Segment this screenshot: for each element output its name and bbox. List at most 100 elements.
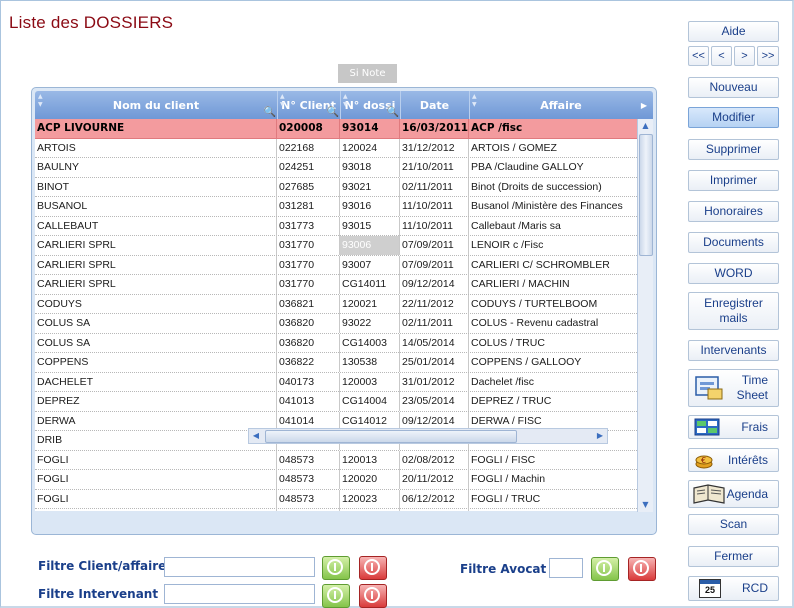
search-icon[interactable]: 🔍 <box>264 108 276 118</box>
documents-button[interactable]: Documents <box>688 232 779 253</box>
first-record-button[interactable]: << <box>688 46 709 66</box>
table-row[interactable]: DACHELET 040173 120003 31/01/2012 Dachelet /… <box>35 372 637 392</box>
clear-filter-avocat-button[interactable] <box>628 557 656 581</box>
table-row[interactable]: FOGLI 048573 120020 20/11/2012 FOGLI / Machi… <box>35 470 637 490</box>
word-button[interactable]: WORD <box>688 263 779 284</box>
last-record-button[interactable]: >> <box>757 46 779 66</box>
table-row[interactable]: CALLEBAUT 031773 93015 11/10/2011 Callebaut … <box>35 216 637 236</box>
cell-nom-client: CARLIERI SPRL <box>35 255 277 275</box>
search-icon[interactable]: 🔍 <box>387 108 399 118</box>
rcd-button[interactable]: 25 RCD <box>688 576 779 601</box>
table-row[interactable]: FOGLI 048573 120023 06/12/2012 FOGLI / TRUC <box>35 489 637 509</box>
scroll-thumb[interactable] <box>639 134 653 256</box>
filter-avocat-input[interactable] <box>549 558 583 578</box>
filter-avocat-label: Filtre Avocat <box>460 562 547 576</box>
cell-num-client: 031770 <box>277 236 340 255</box>
sort-icon: ▲ ▼ <box>343 93 348 108</box>
cell-num-client: 024251 <box>277 158 340 177</box>
scan-button[interactable]: Scan <box>688 514 779 535</box>
cell-affaire: FOGLI / Machin <box>471 473 546 485</box>
cell-date: 11/10/2011 <box>400 216 469 236</box>
sort-icon: ▲ ▼ <box>38 93 43 108</box>
table-row[interactable]: BUSANOL 031281 93016 11/10/2011 Busanol /Min… <box>35 197 637 217</box>
modifier-button[interactable]: Modifier <box>688 107 779 128</box>
table-row[interactable]: CARLIERI SPRL 031770 CG14011 09/12/2014 CARL… <box>35 275 637 295</box>
intervenants-button[interactable]: Intervenants <box>688 340 779 361</box>
interets-button[interactable]: € Intérêts <box>688 448 779 472</box>
enregistrer-mails-button[interactable]: Enregistrer mails <box>688 292 779 330</box>
cell-num-dossier: 120013 <box>340 450 400 470</box>
filter-client-affaire-input[interactable] <box>164 557 315 577</box>
column-header-nom-client[interactable]: ▲ ▼ Nom du client 🔍 <box>35 91 278 119</box>
column-header-date[interactable]: Date <box>400 91 470 119</box>
table-row[interactable]: BINOT 027685 93021 02/11/2011 Binot (Droits … <box>35 177 637 197</box>
enregistrer-mails-label-line2: mails <box>719 311 748 325</box>
cell-affaire: CARLIERI / MACHIN <box>471 278 570 290</box>
time-sheet-button[interactable]: Time Sheet <box>688 369 779 407</box>
column-header-affaire[interactable]: ▲ ▼ Affaire ▶ <box>469 91 653 119</box>
cell-affaire: FOGLI / FISC <box>471 453 536 466</box>
aide-button[interactable]: Aide <box>688 21 779 42</box>
imprimer-button[interactable]: Imprimer <box>688 170 779 191</box>
apply-filter-avocat-button[interactable] <box>591 557 619 581</box>
cell-affaire: Callebaut /Maris sa <box>471 219 561 232</box>
sort-icon: ▲ ▼ <box>280 93 285 108</box>
filter-intervenant-input[interactable] <box>164 584 315 604</box>
clear-filter-intervenant-button[interactable] <box>359 584 387 608</box>
apply-filter-intervenant-button[interactable] <box>322 584 350 608</box>
scroll-down-arrow[interactable]: ▼ <box>638 498 653 512</box>
table-row[interactable]: BAULNY 024251 93018 21/10/2011 PBA /Claudine… <box>35 158 637 178</box>
table-row[interactable]: ARTOIS 022168 120024 31/12/2012 ARTOIS / GOM… <box>35 138 637 158</box>
search-icon[interactable]: 🔍 <box>327 108 339 118</box>
cell-date: 23/05/2014 <box>400 392 469 411</box>
cell-affaire: COLUS - Revenu cadastral <box>471 317 599 329</box>
honoraires-button[interactable]: Honoraires <box>688 201 779 222</box>
horizontal-scrollbar[interactable]: ◀ ▶ <box>248 428 608 444</box>
cell-date: 02/08/2012 <box>400 450 469 470</box>
cell-num-dossier: 120023 <box>340 489 400 509</box>
cell-nom-client: FOGLI <box>35 450 277 470</box>
clear-filter-client-button[interactable] <box>359 556 387 580</box>
agenda-button[interactable]: Agenda <box>688 480 779 508</box>
cell-num-dossier: 93022 <box>340 314 400 333</box>
scroll-right-arrow[interactable]: ▶ <box>593 429 607 443</box>
table-row[interactable]: DEPREZ 041013 CG14004 23/05/2014 DEPREZ / TR… <box>35 392 637 412</box>
scroll-left-arrow[interactable]: ◀ <box>249 429 263 443</box>
cell-num-dossier: 93006 <box>340 236 400 255</box>
vertical-scrollbar[interactable]: ▲ ▼ <box>637 119 653 512</box>
apply-filter-client-button[interactable] <box>322 556 350 580</box>
scroll-thumb-horizontal[interactable] <box>265 430 517 443</box>
table-row[interactable]: FRANCOIS ETS0493659300907/09/2011FRANCOI… <box>35 509 637 511</box>
cell-num-client: 049365 <box>277 509 340 511</box>
cell-affaire: DEPREZ / TRUC <box>471 395 552 407</box>
filter-client-affaire-label: Filtre Client/affaire <box>38 559 167 573</box>
column-header-num-dossier[interactable]: ▲ ▼ N° dossi 🔍 <box>340 91 401 119</box>
frais-button[interactable]: Frais <box>688 415 779 439</box>
table-row[interactable]: COLUS SA 036820 93022 02/11/2011 COLUS - Rev… <box>35 314 637 334</box>
table-row[interactable]: COLUS SA 036820 CG14003 14/05/2014 COLUS / T… <box>35 333 637 353</box>
cell-nom-client: COLUS SA <box>35 333 277 353</box>
table-row[interactable]: CODUYS 036821 120021 22/11/2012 CODUYS / TUR… <box>35 294 637 314</box>
scroll-up-arrow[interactable]: ▲ <box>638 119 653 133</box>
nouveau-button[interactable]: Nouveau <box>688 77 779 98</box>
next-record-button[interactable]: > <box>734 46 755 66</box>
table-row[interactable]: COPPENS 036822 130538 25/01/2014 COPPENS / G… <box>35 353 637 373</box>
table-row-selected[interactable]: ACP LIVOURNE 020008 93014 16/03/2011 ACP… <box>35 119 637 139</box>
cell-num-client: 020008 <box>277 119 340 138</box>
filter-intervenant-label: Filtre Intervenant <box>38 587 159 601</box>
power-icon <box>327 559 343 575</box>
column-header-num-client[interactable]: ▲ ▼ N° Client 🔍 <box>277 91 341 119</box>
cell-num-dossier: 130538 <box>340 353 400 372</box>
table-row[interactable]: CARLIERI SPRL 031770 93006 07/09/2011 LENOIR… <box>35 236 637 256</box>
previous-record-button[interactable]: < <box>711 46 732 66</box>
navigation-buttons: << < > >> <box>688 46 779 66</box>
cell-num-client: 048573 <box>277 489 340 509</box>
supprimer-button[interactable]: Supprimer <box>688 139 779 160</box>
table-row[interactable]: FOGLI 048573 120013 02/08/2012 FOGLI / FISC <box>35 450 637 470</box>
table-row[interactable]: CARLIERI SPRL 031770 93007 07/09/2011 CARLIE… <box>35 255 637 275</box>
cell-nom-client: BINOT <box>35 177 277 197</box>
cell-num-client: 027685 <box>277 177 340 197</box>
cell-affaire: CARLIERI C/ SCHROMBLER <box>471 258 610 271</box>
column-menu-icon[interactable]: ▶ <box>641 91 647 119</box>
fermer-button[interactable]: Fermer <box>688 546 779 567</box>
